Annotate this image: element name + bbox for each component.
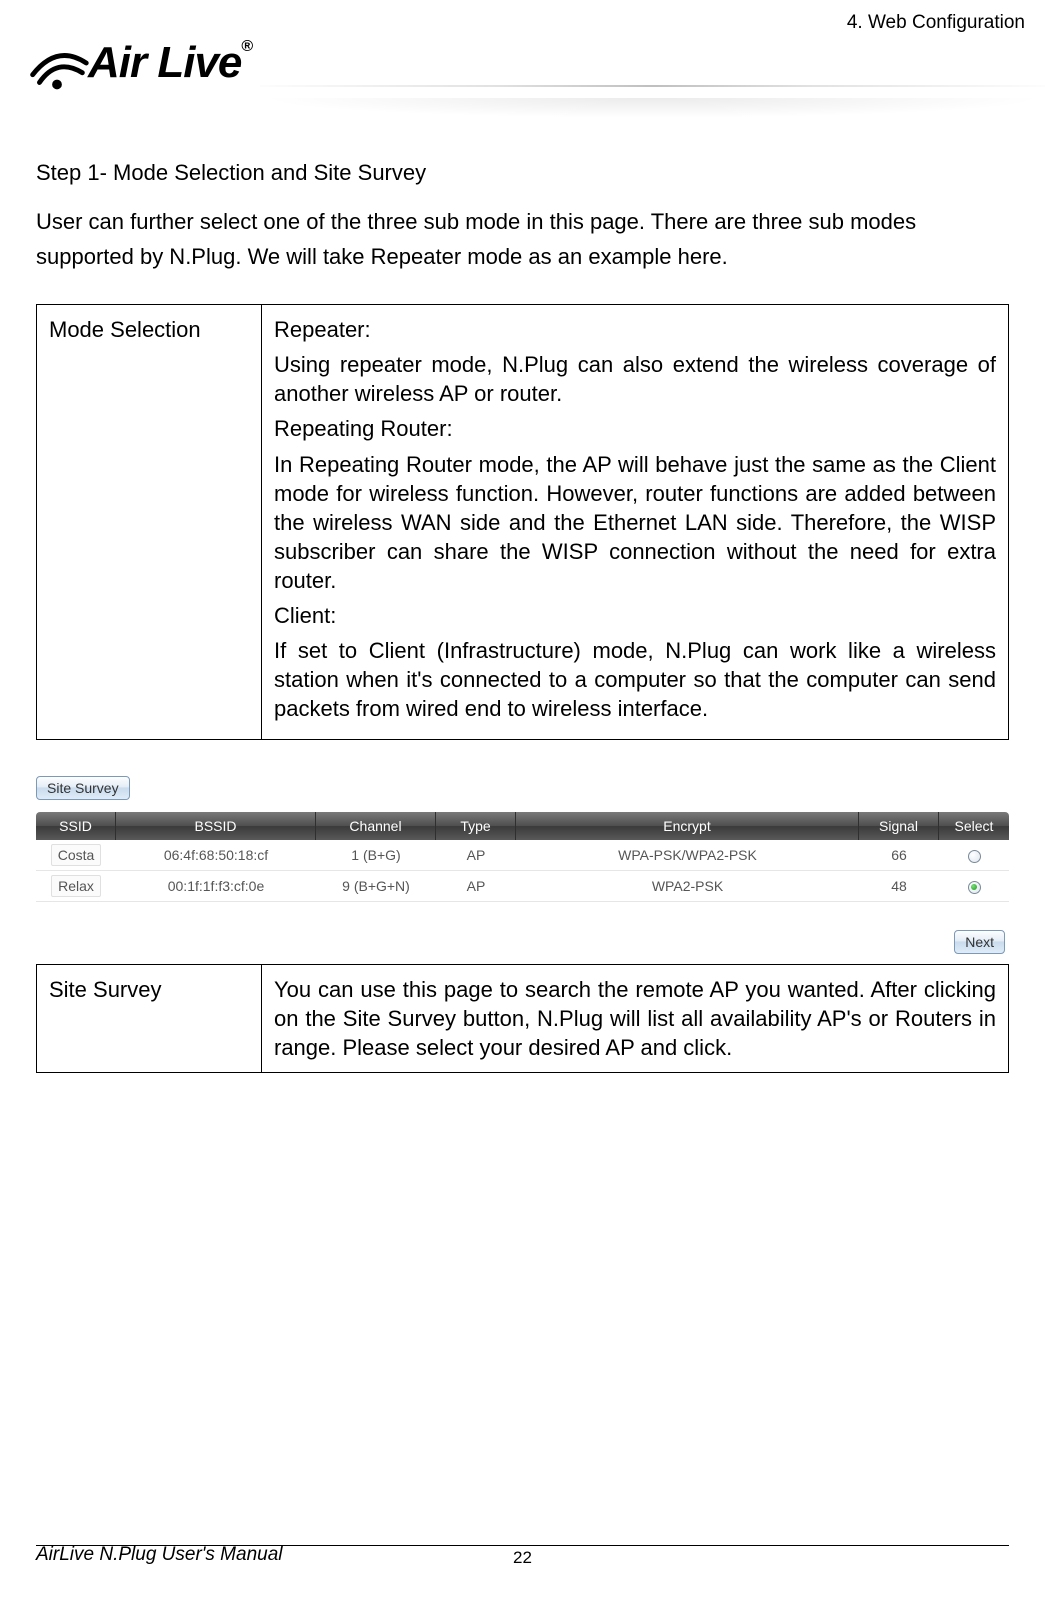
intro-paragraph: User can further select one of the three… [36, 204, 1009, 274]
cell-encrypt: WPA-PSK/WPA2-PSK [516, 840, 859, 871]
site-survey-label: Site Survey [37, 964, 262, 1072]
step-heading: Step 1- Mode Selection and Site Survey [36, 160, 1009, 186]
logo-text: Air Live® [88, 38, 252, 88]
col-bssid: BSSID [116, 812, 316, 840]
header-shadow [260, 98, 1045, 118]
col-channel: Channel [316, 812, 436, 840]
repeating-router-title: Repeating Router: [274, 414, 996, 443]
site-survey-button[interactable]: Site Survey [36, 776, 130, 800]
repeating-router-desc: In Repeating Router mode, the AP will be… [274, 450, 996, 595]
cell-encrypt: WPA2-PSK [516, 871, 859, 902]
site-survey-screenshot: Site Survey SSID BSSID Channel Type Encr… [36, 776, 1009, 954]
col-ssid: SSID [36, 812, 116, 840]
cell-bssid: 06:4f:68:50:18:cf [116, 840, 316, 871]
mode-selection-desc: Repeater: Using repeater mode, N.Plug ca… [262, 305, 1009, 739]
section-title: 4. Web Configuration [847, 12, 1025, 34]
col-select: Select [939, 812, 1009, 840]
cell-ssid: Relax [51, 875, 101, 897]
table-row: Costa 06:4f:68:50:18:cf 1 (B+G) AP WPA-P… [36, 840, 1009, 871]
repeater-title: Repeater: [274, 315, 996, 344]
table-row: Relax 00:1f:1f:f3:cf:0e 9 (B+G+N) AP WPA… [36, 871, 1009, 902]
cell-signal: 66 [859, 840, 939, 871]
col-type: Type [436, 812, 516, 840]
mode-selection-table: Mode Selection Repeater: Using repeater … [36, 304, 1009, 739]
page-header: 4. Web Configuration Air Live® [0, 0, 1045, 120]
cell-type: AP [436, 871, 516, 902]
cell-channel: 9 (B+G+N) [316, 871, 436, 902]
client-desc: If set to Client (Infrastructure) mode, … [274, 636, 996, 723]
registered-icon: ® [241, 38, 252, 55]
survey-results-table: SSID BSSID Channel Type Encrypt Signal S… [36, 812, 1009, 902]
cell-signal: 48 [859, 871, 939, 902]
cell-type: AP [436, 840, 516, 871]
select-radio[interactable] [968, 881, 981, 894]
repeater-desc: Using repeater mode, N.Plug can also ext… [274, 350, 996, 408]
wifi-swoosh-icon [18, 24, 96, 102]
page-content: Step 1- Mode Selection and Site Survey U… [0, 120, 1045, 1073]
page-number: 22 [513, 1548, 532, 1568]
logo: Air Live® [18, 24, 252, 102]
cell-channel: 1 (B+G) [316, 840, 436, 871]
cell-bssid: 00:1f:1f:f3:cf:0e [116, 871, 316, 902]
survey-header-row: SSID BSSID Channel Type Encrypt Signal S… [36, 812, 1009, 840]
next-button[interactable]: Next [954, 930, 1005, 954]
col-encrypt: Encrypt [516, 812, 859, 840]
cell-ssid: Costa [51, 844, 102, 866]
client-title: Client: [274, 601, 996, 630]
col-signal: Signal [859, 812, 939, 840]
manual-title: AirLive N.Plug User's Manual [36, 1544, 296, 1568]
select-radio[interactable] [968, 850, 981, 863]
site-survey-def-table: Site Survey You can use this page to sea… [36, 964, 1009, 1073]
header-divider [260, 85, 1045, 87]
mode-selection-label: Mode Selection [37, 305, 262, 739]
site-survey-desc: You can use this page to search the remo… [262, 964, 1009, 1072]
